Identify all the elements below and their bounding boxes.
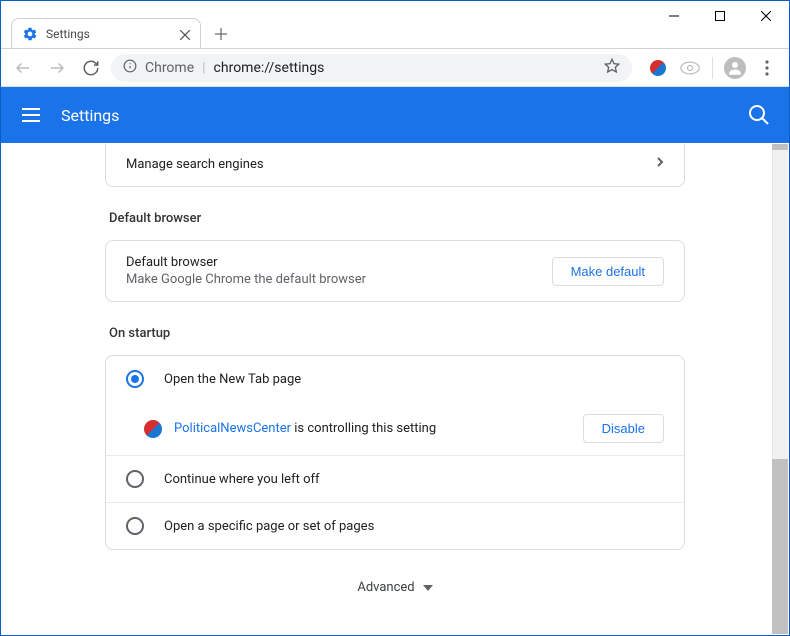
- radio-unselected-icon[interactable]: [126, 470, 144, 488]
- browser-tab[interactable]: Settings: [11, 18, 201, 48]
- make-default-button[interactable]: Make default: [552, 257, 664, 286]
- extension-icon[interactable]: [644, 54, 672, 82]
- default-browser-section-title: Default browser: [109, 211, 685, 226]
- tab-close-icon[interactable]: [180, 29, 190, 39]
- on-startup-section-title: On startup: [109, 326, 685, 341]
- startup-option-new-tab[interactable]: Open the New Tab page: [106, 356, 684, 402]
- window-maximize-button[interactable]: [697, 1, 743, 31]
- vertical-scrollbar[interactable]: [772, 144, 788, 634]
- manage-search-engines-row[interactable]: Manage search engines: [105, 144, 685, 187]
- url-separator: |: [202, 60, 205, 76]
- url-text: chrome://settings: [214, 60, 325, 76]
- browser-toolbar: Chrome | chrome://settings: [1, 49, 789, 87]
- address-bar[interactable]: Chrome | chrome://settings: [111, 54, 632, 82]
- radio-selected-icon[interactable]: [126, 370, 144, 388]
- site-info-icon[interactable]: [123, 59, 137, 77]
- bookmark-star-icon[interactable]: [604, 58, 620, 78]
- settings-header: Settings: [1, 87, 789, 143]
- chevron-down-icon: [423, 580, 433, 595]
- tab-title: Settings: [46, 27, 172, 41]
- url-scheme-label: Chrome: [145, 60, 194, 76]
- default-browser-card: Default browser Make Google Chrome the d…: [105, 240, 685, 302]
- default-browser-row-title: Default browser: [126, 255, 366, 270]
- new-tab-button[interactable]: [207, 20, 235, 48]
- nav-back-button[interactable]: [9, 54, 37, 82]
- chevron-right-icon: [656, 156, 664, 172]
- row-label: Manage search engines: [126, 157, 264, 172]
- radio-unselected-icon[interactable]: [126, 517, 144, 535]
- nav-forward-button[interactable]: [43, 54, 71, 82]
- window-minimize-button[interactable]: [651, 1, 697, 31]
- settings-search-icon[interactable]: [747, 103, 771, 127]
- nav-reload-button[interactable]: [77, 54, 105, 82]
- startup-option-specific-page[interactable]: Open a specific page or set of pages: [106, 503, 684, 549]
- settings-title: Settings: [61, 106, 747, 125]
- extension-controlling-notice: PoliticalNewsCenter is controlling this …: [144, 402, 684, 455]
- notice-text: PoliticalNewsCenter is controlling this …: [174, 421, 436, 436]
- startup-option-continue[interactable]: Continue where you left off: [106, 456, 684, 502]
- advanced-toggle[interactable]: Advanced: [105, 580, 685, 595]
- profile-avatar[interactable]: [721, 54, 749, 82]
- on-startup-card: Open the New Tab page PoliticalNewsCente…: [105, 355, 685, 550]
- option-label: Continue where you left off: [164, 472, 320, 487]
- settings-gear-icon: [22, 26, 38, 42]
- window-close-button[interactable]: [743, 1, 789, 31]
- option-label: Open a specific page or set of pages: [164, 519, 374, 534]
- option-label: Open the New Tab page: [164, 372, 301, 387]
- extension-name-link[interactable]: PoliticalNewsCenter: [174, 421, 291, 436]
- menu-hamburger-icon[interactable]: [19, 103, 43, 127]
- default-browser-row-sub: Make Google Chrome the default browser: [126, 272, 366, 287]
- advanced-label: Advanced: [357, 580, 414, 595]
- disable-extension-button[interactable]: Disable: [583, 414, 664, 443]
- reader-mode-icon[interactable]: [676, 54, 704, 82]
- chrome-menu-button[interactable]: [753, 54, 781, 82]
- extension-favicon: [144, 420, 162, 438]
